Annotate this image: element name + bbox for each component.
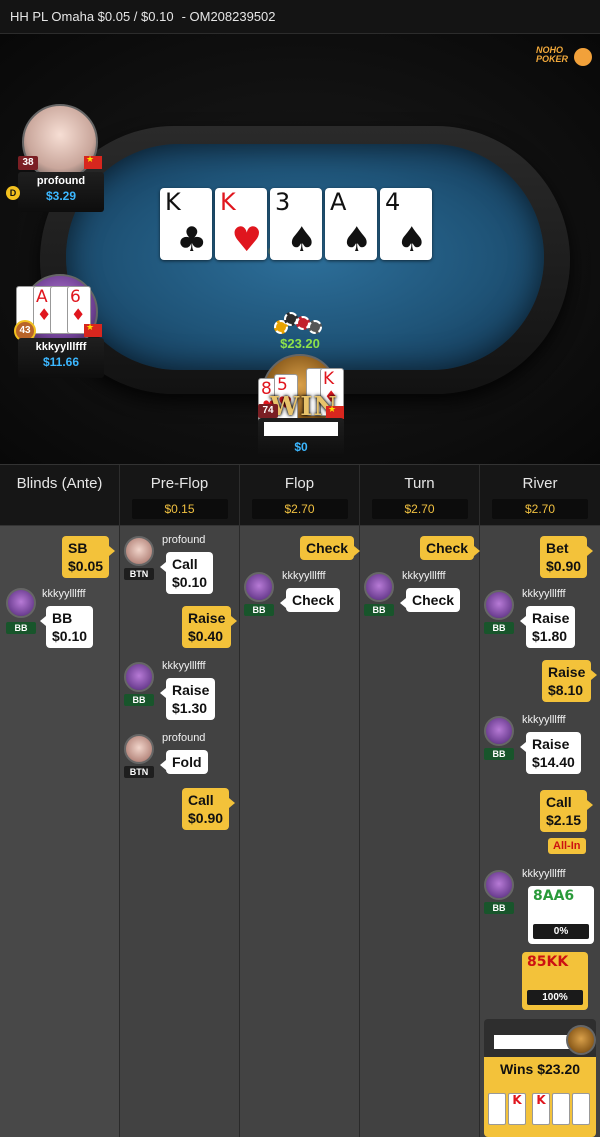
avatar [244, 572, 274, 602]
log-column-blinds: SB $0.05 BB kkkyylllfff BB $0.10 [0, 526, 120, 1137]
action-bubble: Check [420, 536, 481, 560]
avatar [124, 536, 154, 566]
seat-plate: profound $3.29 [18, 172, 104, 212]
pot-amount: $23.20 [280, 336, 320, 351]
position-badge: BB [124, 694, 154, 706]
board-card: 3 ♠ [270, 188, 322, 260]
winning-card: K [552, 1093, 570, 1125]
winning-card: K [488, 1093, 506, 1125]
avatar [484, 590, 514, 620]
board-card: K ♣ [160, 188, 212, 260]
action-bubble: Check [300, 536, 361, 560]
board-card: A ♠ [325, 188, 377, 260]
street-pot: $0.15 [131, 499, 228, 519]
redacted-name [494, 1035, 572, 1049]
all-in-badge: All-In [548, 838, 586, 854]
board-card: K ♥ [215, 188, 267, 260]
action-bubble: Fold [160, 750, 208, 774]
position-badge: BB [484, 748, 514, 760]
player-name: profound [162, 534, 206, 546]
shown-hand: 8AA6 0% [528, 886, 594, 944]
street-river: River $2.70 [480, 465, 600, 527]
seat-plate: $0 [258, 418, 344, 458]
game-title: HH PL Omaha $0.05 / $0.10 [10, 9, 174, 24]
player-name: kkkyylllfff [522, 588, 566, 600]
player-name: kkkyylllfff [35, 341, 87, 353]
avatar [124, 734, 154, 764]
wins-amount: Wins $23.20 [499, 1061, 581, 1077]
pot-chips-icon [272, 310, 328, 338]
action-bubble: Call $0.90 [182, 788, 236, 830]
log-column-flop: Check BB kkkyylllfff Check [240, 526, 361, 1137]
player-name: kkkyylllfff [282, 570, 326, 582]
action-bubble: Raise $8.10 [542, 660, 598, 702]
hand-id: - OM208239502 [181, 9, 276, 24]
equity-percent: 100% [527, 990, 583, 1005]
player-name: profound [36, 175, 86, 187]
board-card: 4 ♠ [380, 188, 432, 260]
equity-percent: 0% [533, 924, 589, 939]
position-badge: BTN [124, 568, 154, 580]
street-pot: $2.70 [371, 499, 468, 519]
street-header: Blinds (Ante) Pre-Flop $0.15 Flop $2.70 Tu… [0, 464, 600, 527]
action-bubble: Raise $0.40 [182, 606, 238, 648]
action-bubble: Raise $14.40 [520, 732, 581, 774]
street-flop: Flop $2.70 [240, 465, 360, 527]
position-badge: BB [6, 622, 36, 634]
winning-card: K [532, 1093, 550, 1125]
poker-table: NOHO POKER poker K♣ K♥ 3♠ A♠ 4♠ $23.20 3… [0, 34, 600, 464]
street-blinds: Blinds (Ante) [0, 465, 120, 527]
winner-panel: Wins $23.20 K K K K A [484, 1019, 596, 1137]
level-badge: 74 [258, 404, 278, 418]
action-bubble: SB $0.05 [62, 536, 116, 578]
log-column-turn: Check BB kkkyylllfff Check [360, 526, 481, 1137]
position-badge: BB [484, 622, 514, 634]
action-log: SB $0.05 BB kkkyylllfff BB $0.10 BTN profo… [0, 526, 600, 1137]
street-pot: $2.70 [492, 499, 588, 519]
street-preflop: Pre-Flop $0.15 [120, 465, 240, 527]
player-name: kkkyylllfff [42, 588, 86, 600]
position-badge: BB [484, 902, 514, 914]
player-stack: $11.66 [42, 355, 80, 369]
action-bubble: Raise $1.80 [519, 606, 576, 648]
player-name: kkkyylllfff [522, 868, 566, 880]
street-pot: $2.70 [251, 499, 348, 519]
winning-card: A [572, 1093, 590, 1125]
action-bubble: Call $0.10 [159, 552, 214, 594]
action-bubble: Check [399, 588, 461, 612]
player-name: profound [162, 732, 206, 744]
position-badge: BB [364, 604, 394, 616]
avatar [364, 572, 394, 602]
winning-card: K [508, 1093, 526, 1125]
redacted-name [264, 422, 338, 436]
position-badge: BB [244, 604, 274, 616]
dealer-button-icon: D [6, 186, 20, 200]
player-name: kkkyylllfff [402, 570, 446, 582]
action-bubble: Bet $0.90 [540, 536, 594, 578]
hero-hand: 85KK 100% [522, 952, 588, 1010]
player-name: kkkyylllfff [162, 660, 206, 672]
street-turn: Turn $2.70 [360, 465, 480, 527]
avatar [566, 1025, 596, 1055]
avatar [124, 662, 154, 692]
action-bubble: Check [279, 588, 341, 612]
hand-history-header: HH PL Omaha $0.05 / $0.10 - OM208239502 [0, 0, 600, 34]
action-bubble: Call $2.15 [540, 790, 594, 832]
avatar [484, 716, 514, 746]
action-bubble: Raise $1.30 [159, 678, 216, 720]
action-bubble: BB $0.10 [39, 606, 94, 648]
winner-banner: Wins $23.20 K K K K A [484, 1057, 596, 1137]
player-name: kkkyylllfff [522, 714, 566, 726]
seat-plate: kkkyylllfff $11.66 [18, 338, 104, 378]
china-flag-icon [84, 322, 102, 337]
china-flag-icon [84, 154, 102, 169]
avatar [484, 870, 514, 900]
position-badge: BTN [124, 766, 154, 778]
player-stack: $3.29 [45, 189, 77, 203]
level-badge: 38 [18, 156, 38, 170]
avatar [6, 588, 36, 618]
log-column-preflop: BTN profound Call $0.10 Raise $0.40 BB kkk… [120, 526, 240, 1137]
brand-logo: NOHO POKER [536, 46, 592, 72]
